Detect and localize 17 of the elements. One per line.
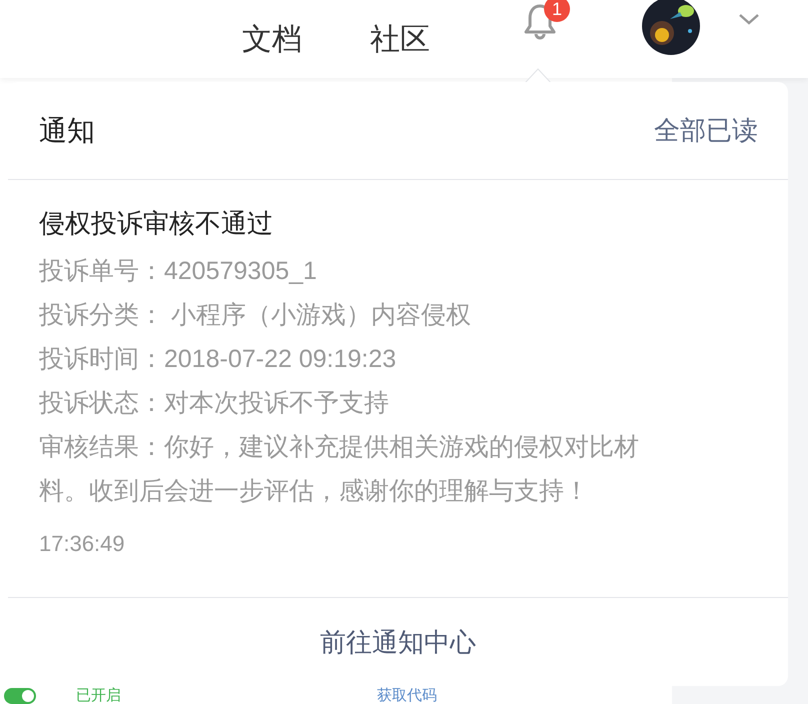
get-code-link[interactable]: 获取代码 [377, 687, 437, 704]
panel-title: 通知 [39, 114, 95, 148]
notification-detail: 审核结果：你好，建议补充提供相关游戏的侵权对比材料。收到后会进一步评估，感谢你的理解与支持！ [39, 432, 640, 507]
notification-detail: 投诉状态：对本次投诉不予支持 [39, 388, 390, 419]
mark-all-read-link[interactable]: 全部已读 [654, 113, 758, 148]
notification-center-link[interactable]: 前往通知中心 [320, 624, 476, 660]
notification-time: 17:36:49 [39, 531, 126, 557]
notification-detail: 投诉分类： 小程序（小游戏）内容侵权 [39, 300, 472, 331]
nav-link[interactable]: 文档 [242, 18, 302, 60]
notification-detail: 投诉单号：420579305_1 [39, 256, 318, 287]
notification-badge: 1 [544, 0, 570, 22]
nav-link[interactable]: 社区 [370, 18, 430, 60]
avatar[interactable] [642, 0, 700, 55]
status-label: 已开启 [76, 687, 121, 704]
notification-detail: 投诉时间：2018-07-22 09:19:23 [39, 344, 398, 375]
notification-title: 侵权投诉审核不通过 [39, 207, 274, 240]
chevron-down-icon[interactable] [738, 12, 760, 26]
